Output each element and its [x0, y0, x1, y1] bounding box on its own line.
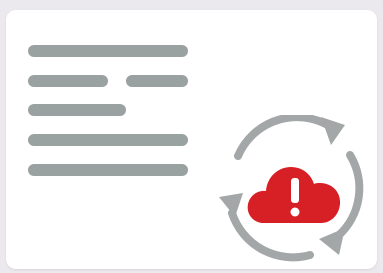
text-placeholder-line: [28, 75, 108, 87]
text-placeholder-line: [28, 45, 188, 57]
cloud-alert-icon: [247, 167, 341, 223]
text-placeholder-line: [28, 104, 126, 116]
sync-cloud-alert-illustration: [219, 115, 364, 262]
text-placeholder-line: [126, 75, 188, 87]
illustration-background: [0, 0, 383, 273]
text-placeholder-line: [28, 164, 188, 176]
text-placeholder-line: [28, 134, 188, 146]
document-card: [6, 10, 377, 269]
